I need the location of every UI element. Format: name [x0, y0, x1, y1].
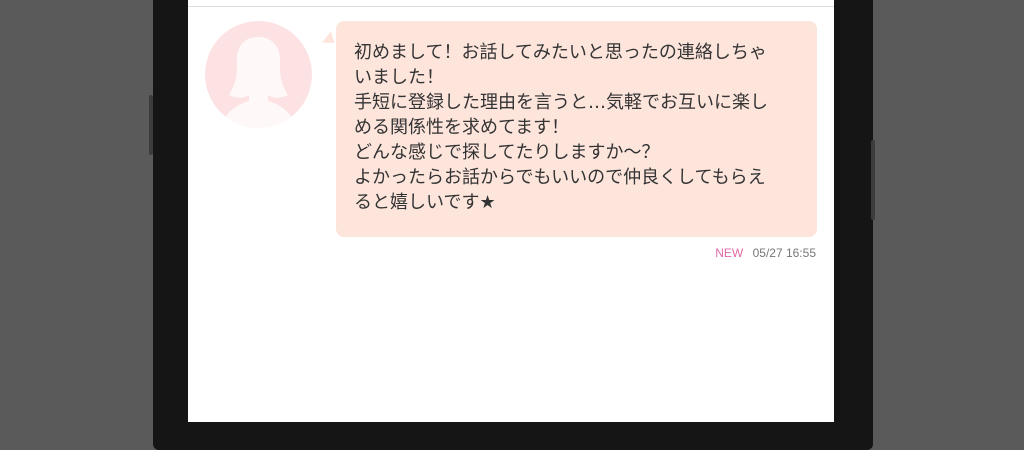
message-line: 手短に登録した理由を言うと…気軽でお互いに楽し [354, 92, 768, 113]
message-line: める関係性を求めてます！ [354, 117, 570, 138]
message-line: ると嬉しいです★ [354, 192, 496, 213]
message-line: 初めまして！お話してみたいと思ったの連絡しちゃ [354, 42, 767, 63]
new-badge: NEW [715, 246, 744, 260]
bubble-tail [319, 31, 335, 47]
chat-screen: 初めまして！お話してみたいと思ったの連絡しちゃ いました！ 手短に登録した理由を… [188, 0, 834, 422]
phone-side-button [871, 140, 875, 220]
message-timestamp: 05/27 16:55 [752, 246, 816, 260]
message-line: よかったらお話からでもいいので仲良くしてもらえ [354, 167, 766, 188]
female-silhouette-icon [221, 37, 296, 128]
message-line: いました！ [354, 67, 444, 88]
avatar[interactable] [205, 21, 312, 128]
message-line: どんな感じで探してたりしますか〜？ [354, 142, 660, 163]
phone-side-button [149, 95, 153, 155]
message-bubble: 初めまして！お話してみたいと思ったの連絡しちゃ いました！ 手短に登録した理由を… [336, 21, 817, 237]
message-meta: NEW 05/27 16:55 [715, 246, 816, 260]
header-divider [188, 6, 834, 7]
